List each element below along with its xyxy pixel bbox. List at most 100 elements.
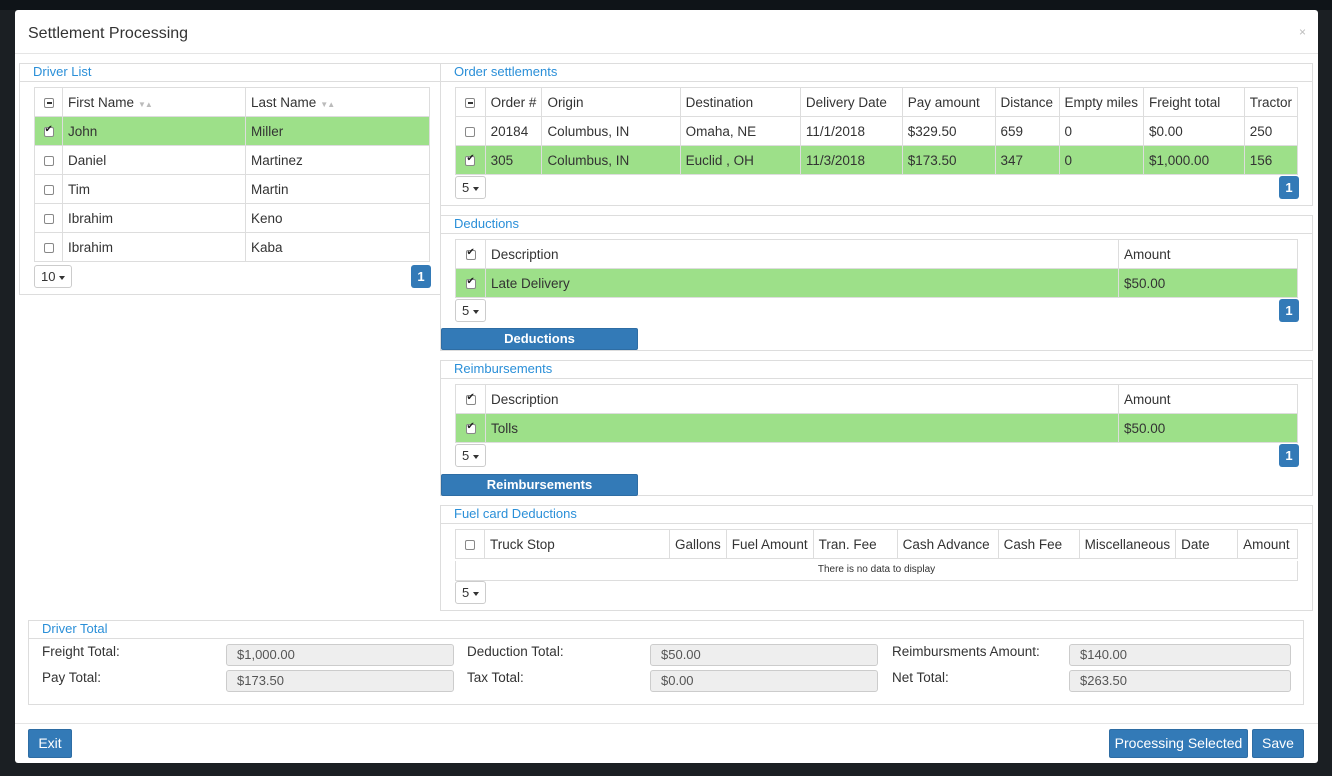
driver-table: First Name▼▲ Last Name▼▲ John Miller Dan… (34, 87, 430, 262)
deduction-total-label: Deduction Total: (467, 644, 564, 659)
checkbox-icon[interactable] (465, 97, 476, 108)
cell: Omaha, NE (679, 116, 801, 146)
table-row[interactable]: Daniel Martinez (34, 145, 430, 175)
table-row[interactable]: Late Delivery $50.00 (455, 268, 1298, 298)
checkbox-icon[interactable] (465, 247, 476, 260)
row-checkbox[interactable] (43, 242, 54, 253)
table-row[interactable]: Tim Martin (34, 174, 430, 204)
chevron-down-icon (473, 186, 480, 191)
row-checkbox[interactable] (43, 124, 54, 137)
col-freight-total[interactable]: Freight total (1143, 87, 1245, 117)
cell: Late Delivery (485, 268, 1119, 298)
select-all-drivers[interactable] (34, 87, 63, 117)
deductions-button[interactable]: Deductions (441, 328, 638, 350)
sort-icon[interactable]: ▼▲ (320, 100, 335, 109)
deduction-total-field: $50.00 (650, 644, 878, 666)
col-truck-stop[interactable]: Truck Stop (484, 529, 670, 559)
col-delivery-date[interactable]: Delivery Date (799, 87, 903, 117)
checkbox-icon[interactable] (43, 97, 54, 108)
cell: 20184 (484, 116, 543, 146)
col-tran-fee[interactable]: Tran. Fee (812, 529, 898, 559)
row-checkbox[interactable] (43, 155, 54, 166)
row-checkbox[interactable] (465, 126, 476, 137)
col-amount[interactable]: Amount (1118, 239, 1298, 269)
checkbox-icon[interactable] (465, 539, 475, 550)
close-icon[interactable]: × (1299, 25, 1306, 39)
col-empty-miles[interactable]: Empty miles (1058, 87, 1145, 117)
col-first-name[interactable]: First Name ▼▲ (62, 87, 246, 117)
deductions-table-header: Description Amount (455, 239, 1298, 269)
reimbursements-button[interactable]: Reimbursements (441, 474, 638, 496)
col-amount[interactable]: Amount (1237, 529, 1298, 559)
processing-selected-button[interactable]: Processing Selected (1109, 729, 1248, 758)
exit-button[interactable]: Exit (28, 729, 72, 758)
footer-divider (15, 723, 1318, 724)
col-amount[interactable]: Amount (1118, 384, 1298, 414)
col-tractor[interactable]: Tractor (1243, 87, 1299, 117)
reimbursements-table: Description Amount Tolls $50.00 (455, 384, 1298, 443)
col-gallons[interactable]: Gallons (669, 529, 727, 559)
row-checkbox[interactable] (43, 184, 54, 195)
page-button[interactable]: 1 (1279, 444, 1299, 467)
deductions-panel: Deductions Description Amount Late Deliv… (440, 215, 1313, 351)
row-checkbox[interactable] (465, 276, 476, 289)
table-row[interactable]: Ibrahim Kaba (34, 232, 430, 262)
fuel-title: Fuel card Deductions (441, 506, 1312, 524)
row-checkbox[interactable] (465, 421, 476, 434)
row-checkbox[interactable] (43, 213, 54, 224)
reimbursements-table-header: Description Amount (455, 384, 1298, 414)
page-size-dropdown[interactable]: 5 (455, 299, 487, 322)
row-checkbox[interactable] (465, 153, 476, 166)
table-row[interactable]: John Miller (34, 116, 430, 146)
col-origin[interactable]: Origin (541, 87, 681, 117)
col-miscellaneous[interactable]: Miscellaneous (1078, 529, 1177, 559)
page-size-dropdown[interactable]: 5 (455, 581, 487, 604)
page-size-dropdown[interactable]: 10 (34, 265, 73, 288)
cell: 347 (994, 145, 1060, 175)
col-last-name[interactable]: Last Name ▼▲ (245, 87, 430, 117)
select-all-orders[interactable] (455, 87, 486, 117)
checkbox-icon[interactable] (465, 392, 476, 405)
col-cash-advance[interactable]: Cash Advance (896, 529, 999, 559)
table-row[interactable]: 20184 Columbus, IN Omaha, NE 11/1/2018 $… (455, 116, 1299, 146)
col-destination[interactable]: Destination (679, 87, 801, 117)
col-last-name-label: Last Name (251, 94, 317, 110)
driver-table-header: First Name ▼▲ Last Name ▼▲ (34, 87, 430, 117)
cell-first: John (62, 116, 246, 146)
reimbursements-panel: Reimbursements Description Amount Tolls … (440, 360, 1313, 496)
col-distance[interactable]: Distance (994, 87, 1060, 117)
cell-last: Martinez (245, 145, 430, 175)
reimbursments-amount-field: $140.00 (1069, 644, 1291, 666)
col-description[interactable]: Description (485, 384, 1119, 414)
deductions-table: Description Amount Late Delivery $50.00 (455, 239, 1298, 298)
sort-icon[interactable]: ▼▲ (138, 100, 153, 109)
col-date[interactable]: Date (1175, 529, 1239, 559)
page-button[interactable]: 1 (411, 265, 431, 288)
page-button[interactable]: 1 (1279, 176, 1299, 199)
driver-total-title: Driver Total (29, 621, 1303, 639)
table-row[interactable]: Tolls $50.00 (455, 413, 1298, 443)
page-size-dropdown[interactable]: 5 (455, 176, 487, 199)
select-all-fuel[interactable] (455, 529, 485, 559)
page-button[interactable]: 1 (1279, 299, 1299, 322)
fuel-panel: Fuel card Deductions Truck Stop Gallons … (440, 505, 1313, 611)
col-description[interactable]: Description (485, 239, 1119, 269)
col-cash-fee[interactable]: Cash Fee (997, 529, 1080, 559)
select-all-deductions[interactable] (455, 239, 486, 269)
cell: 250 (1243, 116, 1299, 146)
page-size-dropdown[interactable]: 5 (455, 444, 487, 467)
cell: 305 (484, 145, 543, 175)
chevron-down-icon (473, 454, 480, 459)
col-pay-amount[interactable]: Pay amount (901, 87, 996, 117)
cell-first: Ibrahim (62, 232, 246, 262)
col-fuel-amount[interactable]: Fuel Amount (725, 529, 814, 559)
select-all-reimbursements[interactable] (455, 384, 486, 414)
orders-panel: Order settlements Order # Origin Destina… (440, 63, 1313, 206)
table-row[interactable]: 305 Columbus, IN Euclid , OH 11/3/2018 $… (455, 145, 1299, 175)
col-order[interactable]: Order # (484, 87, 543, 117)
table-row[interactable]: Ibrahim Keno (34, 203, 430, 233)
driver-list-panel: Driver List First Name▼▲ Last Name▼▲ Joh… (19, 63, 441, 295)
cell-last: Keno (245, 203, 430, 233)
save-button[interactable]: Save (1252, 729, 1304, 758)
cell: 0 (1058, 116, 1145, 146)
